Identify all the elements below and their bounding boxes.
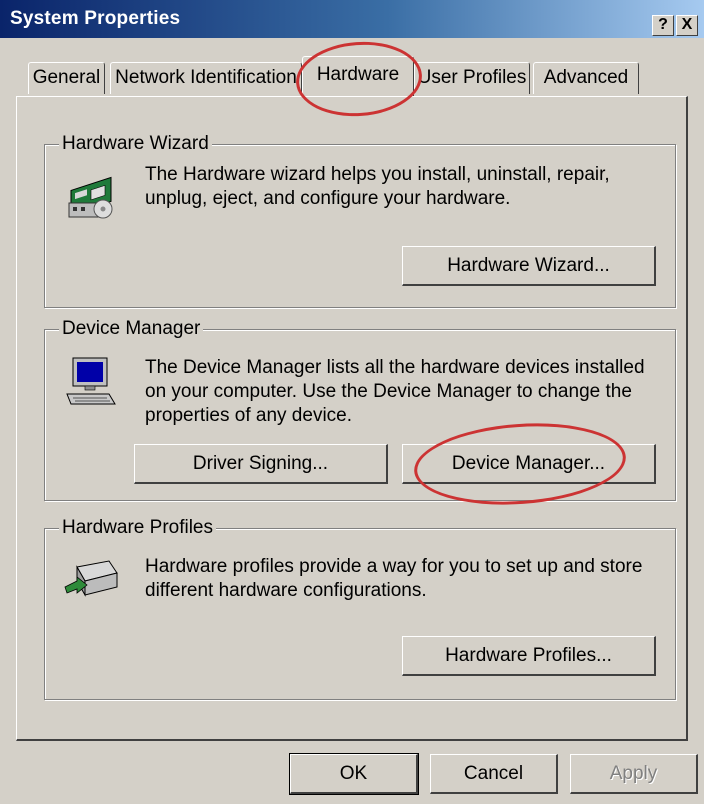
device-manager-description: The Device Manager lists all the hardwar… — [145, 356, 645, 428]
hardware-profiles-icon — [64, 560, 118, 597]
close-button[interactable]: X — [676, 15, 698, 36]
tab-advanced[interactable]: Advanced — [533, 62, 639, 94]
system-properties-dialog: System Properties ? X General Network Id… — [0, 0, 704, 804]
hardware-profiles-description-line: different hardware configurations. — [145, 580, 427, 601]
window-title: System Properties — [10, 8, 181, 29]
hardware-wizard-group-label: Hardware Wizard — [59, 133, 212, 155]
apply-button[interactable]: Apply — [570, 754, 698, 794]
device-manager-description-line: The Device Manager lists all the hardwar… — [145, 357, 645, 378]
title-bar[interactable]: System Properties ? X — [0, 0, 704, 38]
hardware-wizard-description: The Hardware wizard helps you install, u… — [145, 163, 610, 211]
tab-hardware[interactable]: Hardware — [302, 56, 414, 96]
driver-signing-button[interactable]: Driver Signing... — [134, 444, 388, 484]
device-manager-description-line: properties of any device. — [145, 405, 353, 426]
hardware-profiles-button[interactable]: Hardware Profiles... — [402, 636, 656, 676]
device-manager-description-line: on your computer. Use the Device Manager… — [145, 381, 632, 402]
hardware-wizard-icon — [68, 176, 113, 219]
tab-general[interactable]: General — [28, 62, 105, 94]
hardware-profiles-description: Hardware profiles provide a way for you … — [145, 555, 642, 603]
hardware-profiles-group-label: Hardware Profiles — [59, 517, 216, 539]
ok-button[interactable]: OK — [289, 753, 419, 795]
device-manager-button[interactable]: Device Manager... — [402, 444, 656, 484]
device-manager-group-label: Device Manager — [59, 318, 204, 340]
tab-user-profiles[interactable]: User Profiles — [414, 62, 530, 94]
hardware-wizard-description-line: unplug, eject, and configure your hardwa… — [145, 188, 511, 209]
help-button[interactable]: ? — [652, 15, 674, 36]
computer-icon — [66, 357, 116, 405]
cancel-button[interactable]: Cancel — [430, 754, 558, 794]
hardware-wizard-description-line: The Hardware wizard helps you install, u… — [145, 164, 610, 185]
tab-network-identification[interactable]: Network Identification — [110, 62, 302, 94]
hardware-wizard-button[interactable]: Hardware Wizard... — [402, 246, 656, 286]
hardware-profiles-description-line: Hardware profiles provide a way for you … — [145, 556, 643, 577]
